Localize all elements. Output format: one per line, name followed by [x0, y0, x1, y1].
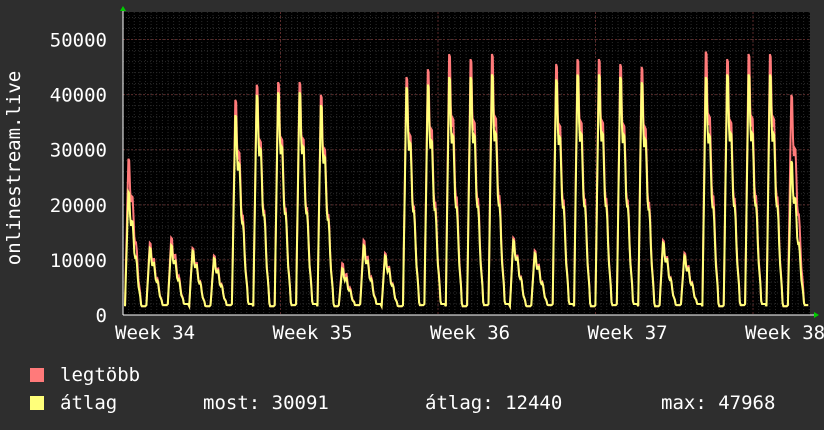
legend-item-max: legtöbb [30, 364, 140, 386]
y-tick-label: 0 [96, 305, 107, 327]
legend-swatch-avg [30, 396, 44, 410]
stat-average: átlag: 12440 [425, 392, 563, 414]
x-tick-label: Week 38 [745, 322, 824, 344]
legend-label-max: legtöbb [60, 364, 141, 386]
x-axis-arrow-icon [814, 312, 819, 318]
y-tick-label: 20000 [50, 195, 107, 217]
x-tick-label: Week 37 [588, 322, 668, 344]
stat-now: most: 30091 [203, 392, 329, 414]
legend-item-avg: átlag [30, 392, 117, 414]
legend-label-avg: átlag [60, 392, 118, 414]
legend-swatch-max [30, 368, 44, 382]
y-axis-arrow-icon [120, 6, 126, 11]
x-tick-label: Week 34 [115, 322, 195, 344]
chart-container: 0 10000 20000 30000 40000 50000 Week 34 Week 35… [0, 0, 824, 430]
y-tick-label: 40000 [50, 85, 107, 107]
y-tick-label: 10000 [50, 250, 107, 272]
x-tick-label: Week 36 [430, 322, 510, 344]
y-tick-label: 30000 [50, 140, 107, 162]
y-axis-label: onlinestream.live [3, 71, 25, 265]
y-tick-label: 50000 [50, 30, 107, 52]
stat-max: max: 47968 [661, 392, 776, 414]
x-tick-label: Week 35 [273, 322, 353, 344]
